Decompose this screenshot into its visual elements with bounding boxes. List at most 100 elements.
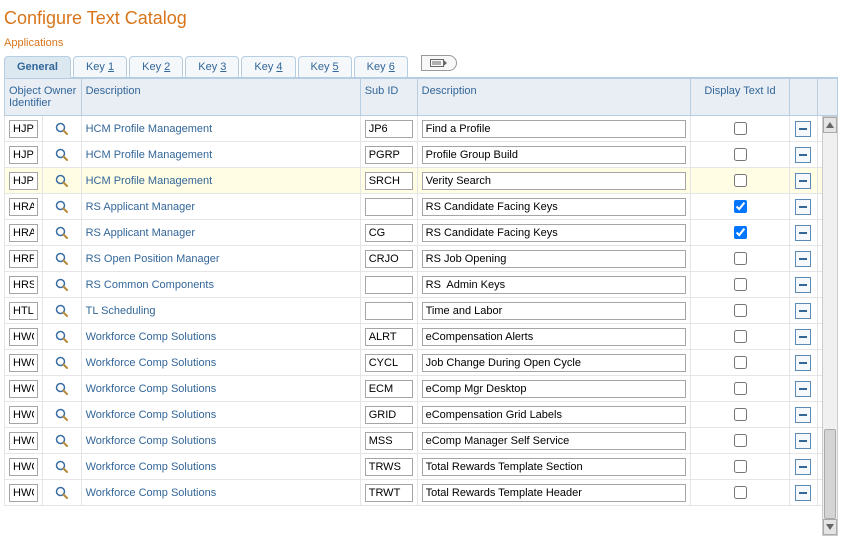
subid-input[interactable] bbox=[365, 328, 413, 346]
scroll-up-button[interactable] bbox=[823, 117, 837, 133]
description-input[interactable] bbox=[422, 432, 687, 450]
display-text-checkbox[interactable] bbox=[734, 174, 747, 187]
description-input[interactable] bbox=[422, 224, 687, 242]
description-input[interactable] bbox=[422, 198, 687, 216]
display-text-checkbox[interactable] bbox=[734, 408, 747, 421]
delete-row-icon[interactable] bbox=[795, 225, 811, 241]
tab-key-4[interactable]: Key 4 bbox=[241, 56, 295, 77]
lookup-icon[interactable] bbox=[55, 304, 69, 318]
owner-input[interactable] bbox=[9, 276, 38, 294]
delete-row-icon[interactable] bbox=[795, 121, 811, 137]
delete-row-icon[interactable] bbox=[795, 433, 811, 449]
subid-input[interactable] bbox=[365, 172, 413, 190]
subid-input[interactable] bbox=[365, 380, 413, 398]
lookup-icon[interactable] bbox=[55, 434, 69, 448]
scroll-track[interactable] bbox=[823, 133, 837, 519]
delete-row-icon[interactable] bbox=[795, 329, 811, 345]
delete-row-icon[interactable] bbox=[795, 407, 811, 423]
lookup-icon[interactable] bbox=[55, 148, 69, 162]
owner-input[interactable] bbox=[9, 354, 38, 372]
owner-input[interactable] bbox=[9, 250, 38, 268]
owner-input[interactable] bbox=[9, 432, 38, 450]
tab-key-5[interactable]: Key 5 bbox=[298, 56, 352, 77]
description-input[interactable] bbox=[422, 172, 687, 190]
subid-input[interactable] bbox=[365, 458, 413, 476]
owner-input[interactable] bbox=[9, 120, 38, 138]
subid-input[interactable] bbox=[365, 484, 413, 502]
display-text-checkbox[interactable] bbox=[734, 460, 747, 473]
lookup-icon[interactable] bbox=[55, 252, 69, 266]
owner-input[interactable] bbox=[9, 484, 38, 502]
lookup-icon[interactable] bbox=[55, 174, 69, 188]
lookup-icon[interactable] bbox=[55, 408, 69, 422]
lookup-icon[interactable] bbox=[55, 486, 69, 500]
subid-input[interactable] bbox=[365, 302, 413, 320]
lookup-icon[interactable] bbox=[55, 122, 69, 136]
description-input[interactable] bbox=[422, 276, 687, 294]
tab-key-6[interactable]: Key 6 bbox=[354, 56, 408, 77]
display-text-checkbox[interactable] bbox=[734, 330, 747, 343]
col-header-owner[interactable]: Object Owner Identifier bbox=[5, 79, 82, 116]
description-input[interactable] bbox=[422, 484, 687, 502]
col-header-subid[interactable]: Sub ID bbox=[360, 79, 417, 116]
owner-input[interactable] bbox=[9, 328, 38, 346]
lookup-icon[interactable] bbox=[55, 278, 69, 292]
delete-row-icon[interactable] bbox=[795, 459, 811, 475]
description-input[interactable] bbox=[422, 302, 687, 320]
owner-input[interactable] bbox=[9, 380, 38, 398]
lookup-icon[interactable] bbox=[55, 226, 69, 240]
display-text-checkbox[interactable] bbox=[734, 356, 747, 369]
subid-input[interactable] bbox=[365, 432, 413, 450]
subid-input[interactable] bbox=[365, 276, 413, 294]
subid-input[interactable] bbox=[365, 354, 413, 372]
delete-row-icon[interactable] bbox=[795, 173, 811, 189]
tab-key-2[interactable]: Key 2 bbox=[129, 56, 183, 77]
lookup-icon[interactable] bbox=[55, 200, 69, 214]
description-input[interactable] bbox=[422, 406, 687, 424]
delete-row-icon[interactable] bbox=[795, 147, 811, 163]
display-text-checkbox[interactable] bbox=[734, 486, 747, 499]
delete-row-icon[interactable] bbox=[795, 199, 811, 215]
display-text-checkbox[interactable] bbox=[734, 434, 747, 447]
owner-input[interactable] bbox=[9, 302, 38, 320]
subid-input[interactable] bbox=[365, 146, 413, 164]
scroll-down-button[interactable] bbox=[823, 519, 837, 535]
lookup-icon[interactable] bbox=[55, 356, 69, 370]
description-input[interactable] bbox=[422, 380, 687, 398]
subid-input[interactable] bbox=[365, 250, 413, 268]
subid-input[interactable] bbox=[365, 406, 413, 424]
scroll-thumb[interactable] bbox=[824, 429, 836, 519]
owner-input[interactable] bbox=[9, 198, 38, 216]
description-input[interactable] bbox=[422, 146, 687, 164]
owner-input[interactable] bbox=[9, 406, 38, 424]
delete-row-icon[interactable] bbox=[795, 277, 811, 293]
display-text-checkbox[interactable] bbox=[734, 252, 747, 265]
delete-row-icon[interactable] bbox=[795, 355, 811, 371]
col-header-display[interactable]: Display Text Id bbox=[691, 79, 790, 116]
owner-input[interactable] bbox=[9, 458, 38, 476]
description-input[interactable] bbox=[422, 328, 687, 346]
col-header-desc1[interactable]: Description bbox=[81, 79, 360, 116]
display-text-checkbox[interactable] bbox=[734, 304, 747, 317]
description-input[interactable] bbox=[422, 250, 687, 268]
display-text-checkbox[interactable] bbox=[734, 200, 747, 213]
display-text-checkbox[interactable] bbox=[734, 148, 747, 161]
owner-input[interactable] bbox=[9, 146, 38, 164]
delete-row-icon[interactable] bbox=[795, 485, 811, 501]
lookup-icon[interactable] bbox=[55, 382, 69, 396]
owner-input[interactable] bbox=[9, 224, 38, 242]
description-input[interactable] bbox=[422, 354, 687, 372]
col-header-desc2[interactable]: Description bbox=[417, 79, 691, 116]
description-input[interactable] bbox=[422, 120, 687, 138]
display-text-checkbox[interactable] bbox=[734, 226, 747, 239]
tab-key-3[interactable]: Key 3 bbox=[185, 56, 239, 77]
subid-input[interactable] bbox=[365, 120, 413, 138]
delete-row-icon[interactable] bbox=[795, 303, 811, 319]
description-input[interactable] bbox=[422, 458, 687, 476]
lookup-icon[interactable] bbox=[55, 460, 69, 474]
owner-input[interactable] bbox=[9, 172, 38, 190]
tab-general[interactable]: General bbox=[4, 56, 71, 78]
show-all-tabs-icon[interactable] bbox=[421, 55, 457, 71]
tab-key-1[interactable]: Key 1 bbox=[73, 56, 127, 77]
display-text-checkbox[interactable] bbox=[734, 122, 747, 135]
